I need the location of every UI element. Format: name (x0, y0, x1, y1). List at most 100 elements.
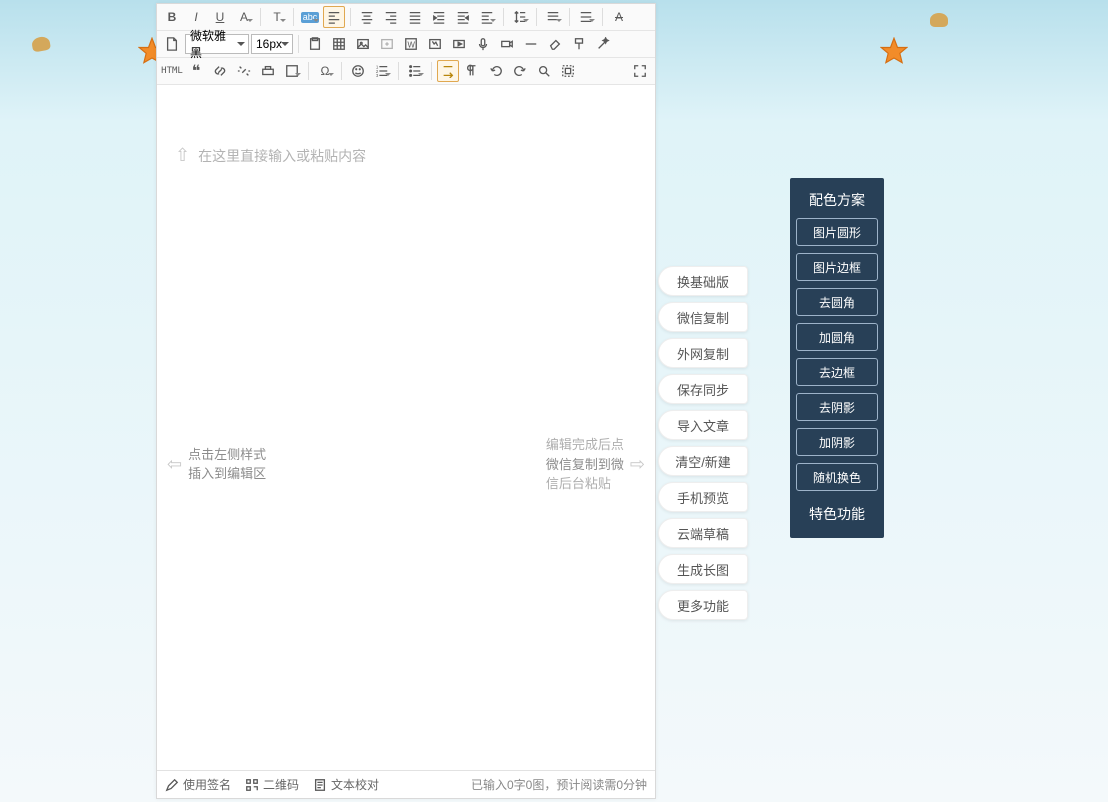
side-action-import[interactable]: 导入文章 (658, 410, 748, 440)
svg-text:3: 3 (376, 73, 379, 78)
panel-subtitle: 特色功能 (796, 498, 878, 526)
side-action-save[interactable]: 保存同步 (658, 374, 748, 404)
separator (350, 8, 351, 26)
color-scheme-panel: 配色方案 图片圆形 图片边框 去圆角 加圆角 去边框 去阴影 加阴影 随机换色 … (790, 178, 884, 538)
indent-left-button[interactable] (428, 6, 450, 28)
separator (298, 35, 299, 53)
highlight-button[interactable]: abc (299, 6, 321, 28)
separator (398, 62, 399, 80)
panel-btn-random[interactable]: 随机换色 (796, 463, 878, 491)
unordered-list-button[interactable] (404, 60, 426, 82)
magic-button[interactable] (592, 33, 614, 55)
format-painter-button[interactable] (568, 33, 590, 55)
editor-content-area[interactable]: ⇧ 在这里直接输入或粘贴内容 ⇦ 点击左侧样式 插入到编辑区 编辑完成后点 微信… (157, 85, 655, 769)
upload-icon: ⇧ (175, 145, 190, 166)
editor-window: B I U A T abc A 微软雅黑 16px W (156, 3, 656, 799)
side-action-wechat[interactable]: 微信复制 (658, 302, 748, 332)
proofread-button[interactable]: 文本校对 (313, 776, 379, 793)
html-source-button[interactable]: HTML (161, 60, 183, 82)
fullscreen-button[interactable] (629, 60, 651, 82)
panel-title: 配色方案 (796, 186, 878, 218)
side-action-draft[interactable]: 云端草稿 (658, 518, 748, 548)
unlink-button[interactable] (233, 60, 255, 82)
side-action-longimg[interactable]: 生成长图 (658, 554, 748, 584)
select-all-button[interactable] (557, 60, 579, 82)
font-size-select[interactable]: 16px (251, 34, 293, 54)
panel-btn-add-shadow[interactable]: 加阴影 (796, 428, 878, 456)
align-left-button[interactable] (323, 6, 345, 28)
search-button[interactable] (533, 60, 555, 82)
separator (260, 8, 261, 26)
image-button[interactable] (352, 33, 374, 55)
side-action-more[interactable]: 更多功能 (658, 590, 748, 620)
panel-btn-no-border[interactable]: 去边框 (796, 358, 878, 386)
undo-button[interactable] (485, 60, 507, 82)
paste-button[interactable] (304, 33, 326, 55)
special-char-button[interactable]: Ω (314, 60, 336, 82)
redo-button[interactable] (509, 60, 531, 82)
video-button[interactable] (448, 33, 470, 55)
separator (431, 62, 432, 80)
indent-right-button[interactable] (452, 6, 474, 28)
horizontal-rule-button[interactable] (520, 33, 542, 55)
separator (536, 8, 537, 26)
qrcode-icon (245, 778, 259, 792)
line-height-button[interactable] (509, 6, 531, 28)
separator (602, 8, 603, 26)
side-action-clear[interactable]: 清空/新建 (658, 446, 748, 476)
signature-button[interactable]: 使用签名 (165, 776, 231, 793)
direction-rtl-button[interactable] (461, 60, 483, 82)
pencil-icon (165, 778, 179, 792)
eraser-button[interactable] (544, 33, 566, 55)
panel-btn-img-border[interactable]: 图片边框 (796, 253, 878, 281)
font-color-button[interactable]: A (233, 6, 255, 28)
local-image-button[interactable] (376, 33, 398, 55)
side-action-basic[interactable]: 换基础版 (658, 266, 748, 296)
font-family-select[interactable]: 微软雅黑 (185, 34, 249, 54)
gallery-button[interactable] (424, 33, 446, 55)
panel-btn-no-shadow[interactable]: 去阴影 (796, 393, 878, 421)
editor-hints: ⇦ 点击左侧样式 插入到编辑区 编辑完成后点 微信复制到微 信后台粘贴 ⇨ (157, 435, 655, 494)
link-button[interactable] (209, 60, 231, 82)
ordered-list-button[interactable]: 123 (371, 60, 393, 82)
separator (569, 8, 570, 26)
toolbar-row-insert: 微软雅黑 16px W (157, 31, 655, 58)
clear-format-button[interactable]: A (608, 6, 630, 28)
camera-button[interactable] (496, 33, 518, 55)
paragraph-spacing-button[interactable] (575, 6, 597, 28)
shell-icon (31, 36, 51, 53)
side-action-external[interactable]: 外网复制 (658, 338, 748, 368)
align-justify-button[interactable] (404, 6, 426, 28)
outdent-button[interactable] (476, 6, 498, 28)
shell-icon (930, 13, 948, 27)
panel-btn-add-radius[interactable]: 加圆角 (796, 323, 878, 351)
hint-right: 编辑完成后点 微信复制到微 信后台粘贴 ⇨ (546, 435, 645, 494)
align-right-button[interactable] (380, 6, 402, 28)
blockquote-button[interactable]: ❝ (185, 60, 207, 82)
document-icon (313, 778, 327, 792)
align-center-button[interactable] (356, 6, 378, 28)
new-doc-button[interactable] (161, 33, 183, 55)
table-button[interactable] (328, 33, 350, 55)
status-bar: 使用签名 二维码 文本校对 已输入0字0图，预计阅读需0分钟 (157, 770, 655, 798)
word-button[interactable]: W (400, 33, 422, 55)
side-action-preview[interactable]: 手机预览 (658, 482, 748, 512)
arrow-left-icon: ⇦ (167, 451, 182, 478)
panel-btn-no-radius[interactable]: 去圆角 (796, 288, 878, 316)
toolbar-row-advanced: HTML ❝ Ω 123 (157, 58, 655, 85)
font-style-button[interactable]: T (266, 6, 288, 28)
panel-btn-img-round[interactable]: 图片圆形 (796, 218, 878, 246)
letter-spacing-button[interactable] (542, 6, 564, 28)
svg-text:W: W (408, 41, 416, 50)
background-button[interactable] (281, 60, 303, 82)
qrcode-button[interactable]: 二维码 (245, 776, 299, 793)
bold-button[interactable]: B (161, 6, 183, 28)
underline-button[interactable]: U (209, 6, 231, 28)
italic-button[interactable]: I (185, 6, 207, 28)
separator (341, 62, 342, 80)
audio-button[interactable] (472, 33, 494, 55)
direction-ltr-button[interactable] (437, 60, 459, 82)
emoji-button[interactable] (347, 60, 369, 82)
anchor-button[interactable] (257, 60, 279, 82)
separator (308, 62, 309, 80)
